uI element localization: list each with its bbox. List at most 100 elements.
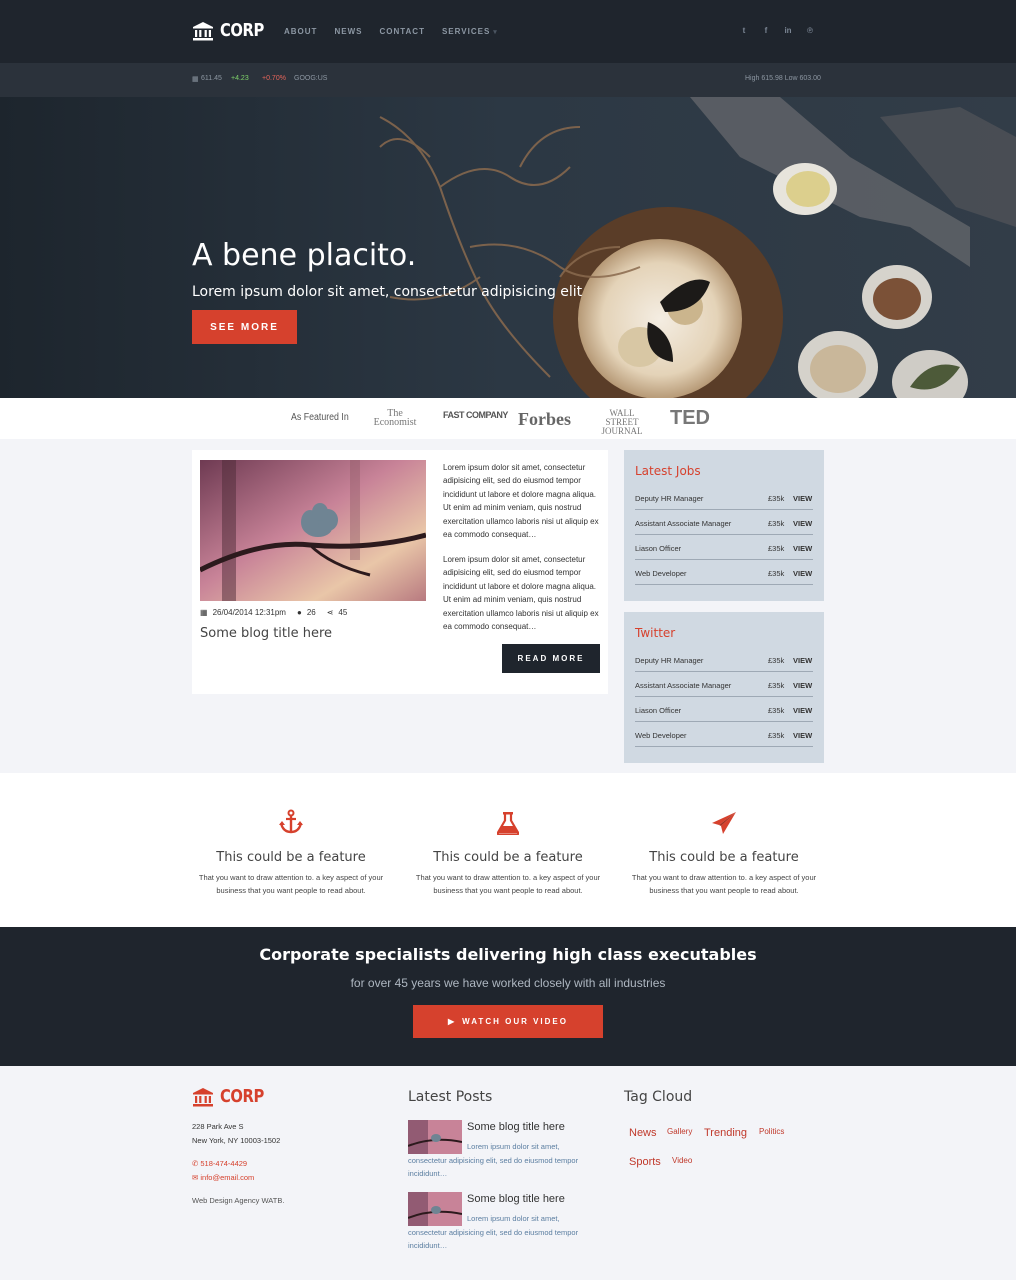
- read-more-button[interactable]: READ MORE: [502, 644, 600, 673]
- post-excerpt: Lorem ipsum dolor sit amet, consectetur …: [408, 1142, 579, 1178]
- twitter-item-title: Web Developer: [635, 731, 687, 740]
- menu-item-services[interactable]: SERVICES ▾: [442, 27, 498, 36]
- hero-subtitle: Lorem ipsum dolor sit amet, consectetur …: [192, 284, 583, 300]
- twitter-item-title: Deputy HR Manager: [635, 656, 704, 665]
- tag-politics[interactable]: Politics: [759, 1127, 784, 1136]
- comment-count[interactable]: 26: [307, 608, 316, 617]
- twitter-item-salary: £35k: [768, 706, 785, 715]
- ticker-change: +4.23: [231, 75, 249, 82]
- twitter-view-link[interactable]: VIEW: [793, 656, 812, 665]
- chart-icon: ▦: [192, 76, 199, 83]
- calendar-icon: ▦: [200, 608, 208, 617]
- address-line-2: New York, NY 10003-1502: [192, 1135, 281, 1145]
- feature-title: This could be a feature: [649, 850, 799, 865]
- feature-description: That you want to draw attention to. a ke…: [631, 873, 817, 895]
- logo-text: CORP: [220, 20, 264, 41]
- twitter-view-link[interactable]: VIEW: [793, 731, 812, 740]
- watch-video-label: WATCH OUR VIDEO: [462, 1017, 568, 1026]
- job-title: Assistant Associate Manager: [635, 519, 732, 528]
- main-menu: ABOUT NEWS CONTACT SERVICES ▾: [284, 27, 498, 36]
- blog-title[interactable]: Some blog title here: [200, 626, 332, 641]
- feature-card: This could be a feature That you want to…: [186, 805, 396, 897]
- phone-icon: ✆: [192, 1159, 199, 1168]
- twitter-item-title: Liason Officer: [635, 706, 682, 715]
- twitter-row: Deputy HR Manager £35k VIEW: [635, 647, 813, 672]
- twitter-item-salary: £35k: [768, 656, 785, 665]
- job-salary: £35k: [768, 519, 785, 528]
- footer-logo-text: CORP: [220, 1086, 264, 1107]
- blog-image[interactable]: [200, 460, 426, 601]
- twitter-row: Assistant Associate Manager £35k VIEW: [635, 672, 813, 697]
- flask-icon: [497, 812, 519, 835]
- share-count[interactable]: 45: [338, 608, 347, 617]
- ticker-change-pct: +0.70%: [262, 75, 286, 82]
- logo[interactable]: CORP: [192, 20, 274, 41]
- brand-forbes-logo: Forbes: [518, 409, 571, 429]
- feature-title: This could be a feature: [216, 850, 366, 865]
- job-view-link[interactable]: VIEW: [793, 519, 812, 528]
- footer-email[interactable]: info@email.com: [200, 1173, 254, 1182]
- feature-card: This could be a feature That you want to…: [619, 805, 829, 897]
- hero-title: A bene placito.: [192, 238, 417, 273]
- anchor-icon: [279, 809, 303, 834]
- tag-sports[interactable]: Sports: [629, 1156, 661, 1168]
- twitter-row: Web Developer £35k VIEW: [635, 722, 813, 747]
- menu-item-about[interactable]: ABOUT: [284, 27, 317, 36]
- youtube-icon: ▶: [447, 1017, 457, 1026]
- job-title: Web Developer: [635, 569, 687, 578]
- address-line-1: 228 Park Ave S: [192, 1122, 244, 1131]
- brand-ted-logo: TED: [670, 407, 710, 429]
- ticker-symbol: GOOG:US: [294, 75, 328, 82]
- comment-icon: ●: [296, 608, 302, 617]
- brand-wsj-logo: WALL STREET JOURNAL: [601, 408, 643, 436]
- job-row: Assistant Associate Manager £35k VIEW: [635, 510, 813, 535]
- see-more-button[interactable]: SEE MORE: [192, 310, 297, 344]
- ticker-range: High 615.98 Low 603.00: [745, 75, 821, 82]
- job-view-link[interactable]: VIEW: [793, 569, 812, 578]
- post-title[interactable]: Some blog title here: [467, 1193, 565, 1205]
- social-links: t f in ℗: [740, 26, 814, 35]
- tag-gallery[interactable]: Gallery: [667, 1127, 692, 1136]
- hero-background-image: [0, 97, 1016, 398]
- twitter-view-link[interactable]: VIEW: [793, 681, 812, 690]
- twitter-icon[interactable]: t: [740, 26, 748, 35]
- job-view-link[interactable]: VIEW: [793, 544, 812, 553]
- facebook-icon[interactable]: f: [762, 26, 770, 35]
- footer-credit[interactable]: Web Design Agency WATB.: [192, 1194, 284, 1208]
- twitter-title: Twitter: [635, 626, 676, 640]
- footer-logo[interactable]: CORP: [192, 1086, 274, 1107]
- share-icon: ⋖: [326, 608, 334, 617]
- tag-trending[interactable]: Trending: [704, 1127, 747, 1139]
- cta-title: Corporate specialists delivering high cl…: [259, 945, 757, 964]
- footer-phone[interactable]: 518-474-4429: [200, 1159, 247, 1168]
- feature-description: That you want to draw attention to. a ke…: [198, 873, 384, 895]
- menu-item-news[interactable]: NEWS: [334, 27, 362, 36]
- footer-contact: ✆ 518-474-4429 ✉ info@email.com: [192, 1157, 254, 1184]
- latest-jobs-title: Latest Jobs: [635, 464, 701, 478]
- paper-plane-icon: [712, 812, 736, 834]
- hero-banner: [0, 97, 1016, 398]
- tag-video[interactable]: Video: [672, 1156, 692, 1165]
- watch-video-button[interactable]: ▶ WATCH OUR VIDEO: [413, 1005, 603, 1038]
- job-salary: £35k: [768, 569, 785, 578]
- pinterest-icon[interactable]: ℗: [806, 26, 814, 35]
- brand-economist-logo: The Economist: [373, 408, 417, 428]
- job-salary: £35k: [768, 494, 785, 503]
- job-salary: £35k: [768, 544, 785, 553]
- cta-subtitle: for over 45 years we have worked closely…: [350, 976, 666, 990]
- job-title: Deputy HR Manager: [635, 494, 704, 503]
- twitter-panel: Twitter Deputy HR Manager £35k VIEW Assist…: [624, 612, 824, 763]
- tag-news[interactable]: News: [629, 1127, 657, 1139]
- twitter-row: Liason Officer £35k VIEW: [635, 697, 813, 722]
- twitter-item-salary: £35k: [768, 731, 785, 740]
- job-title: Liason Officer: [635, 544, 682, 553]
- twitter-item-title: Assistant Associate Manager: [635, 681, 732, 690]
- twitter-item-salary: £35k: [768, 681, 785, 690]
- post-title[interactable]: Some blog title here: [467, 1121, 565, 1133]
- menu-item-contact[interactable]: CONTACT: [379, 27, 425, 36]
- chevron-down-icon: ▾: [493, 29, 498, 36]
- linkedin-icon[interactable]: in: [784, 26, 792, 35]
- menu-item-services-label: SERVICES: [441, 27, 491, 36]
- job-view-link[interactable]: VIEW: [793, 494, 812, 503]
- twitter-view-link[interactable]: VIEW: [793, 706, 812, 715]
